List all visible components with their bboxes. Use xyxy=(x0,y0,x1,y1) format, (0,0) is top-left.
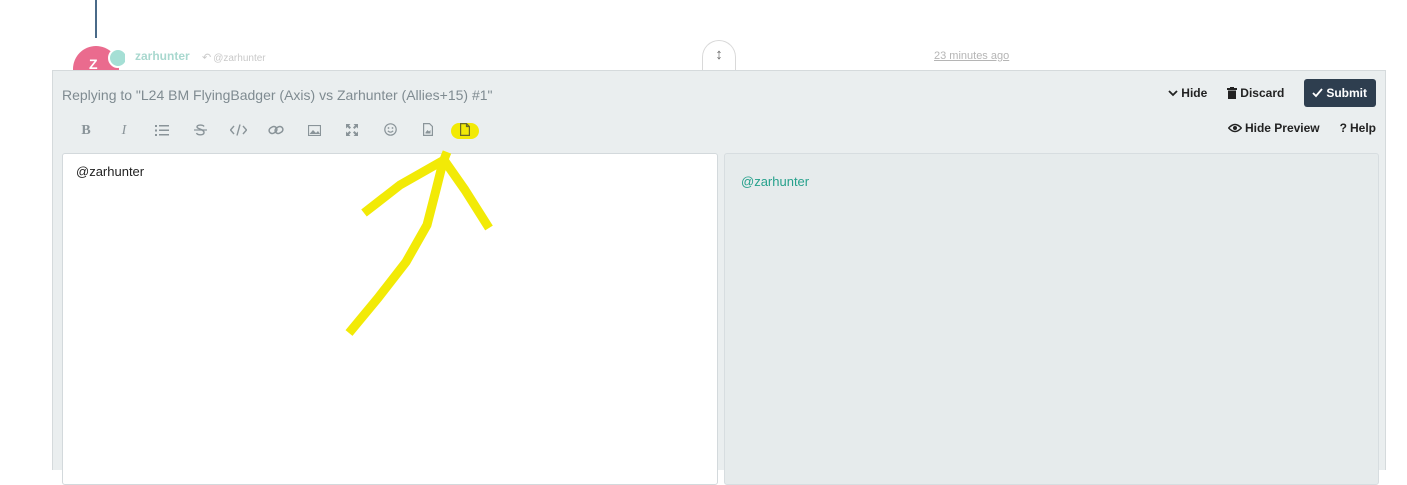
expand-button[interactable]: ↕ xyxy=(702,40,736,71)
editor-content: @zarhunter xyxy=(76,164,145,179)
file-icon xyxy=(423,123,433,136)
attach-document-button[interactable] xyxy=(451,123,479,139)
fullscreen-icon xyxy=(346,123,358,136)
chevron-down-icon xyxy=(1168,90,1178,97)
avatar[interactable]: Z xyxy=(73,46,125,71)
code-icon xyxy=(229,123,247,136)
submit-button[interactable]: Submit xyxy=(1304,79,1376,107)
reply-editor[interactable]: @zarhunter xyxy=(62,153,718,485)
preview-mention[interactable]: @zarhunter xyxy=(741,174,809,189)
emoji-button[interactable] xyxy=(371,123,409,139)
bold-button[interactable]: B xyxy=(67,123,105,139)
thread-line xyxy=(95,0,97,38)
eye-icon xyxy=(1227,123,1242,133)
question-icon: ? xyxy=(1339,121,1347,135)
formatting-toolbar: B I xyxy=(67,121,479,141)
trash-icon xyxy=(1227,87,1238,99)
reply-reference[interactable]: ↶ @zarhunter xyxy=(202,51,266,64)
document-icon xyxy=(460,123,470,136)
composer-actions: Hide Discard Submit xyxy=(1168,79,1376,107)
image-icon xyxy=(307,124,321,136)
reply-arrow-icon: ↶ xyxy=(202,52,212,64)
image-button[interactable] xyxy=(295,124,333,139)
reply-composer: Replying to "L24 BM FlyingBadger (Axis) … xyxy=(52,70,1386,485)
link-icon xyxy=(268,125,284,134)
check-icon xyxy=(1312,88,1324,98)
hide-button[interactable]: Hide xyxy=(1168,86,1207,100)
username[interactable]: zarhunter xyxy=(135,49,190,63)
presence-indicator xyxy=(108,48,125,68)
preview-tools: Hide Preview ? Help xyxy=(1227,121,1376,135)
hide-preview-button[interactable]: Hide Preview xyxy=(1227,121,1320,135)
emoji-icon xyxy=(383,123,397,136)
upload-file-button[interactable] xyxy=(409,123,447,139)
post-header: Z zarhunter ↶ @zarhunter ↕ 23 minutes ago xyxy=(0,40,1407,71)
timestamp[interactable]: 23 minutes ago xyxy=(934,50,1009,62)
expand-icon: ↕ xyxy=(715,46,723,63)
link-button[interactable] xyxy=(257,124,295,139)
italic-button[interactable]: I xyxy=(105,123,143,139)
code-button[interactable] xyxy=(219,123,257,139)
strikethrough-button[interactable] xyxy=(181,123,219,139)
reply-title: Replying to "L24 BM FlyingBadger (Axis) … xyxy=(62,87,493,103)
list-icon xyxy=(155,124,169,136)
strikethrough-icon xyxy=(193,123,207,136)
preview-pane: @zarhunter xyxy=(724,153,1379,485)
discard-button[interactable]: Discard xyxy=(1227,86,1284,100)
list-button[interactable] xyxy=(143,124,181,139)
fullscreen-button[interactable] xyxy=(333,123,371,139)
help-button[interactable]: ? Help xyxy=(1340,121,1376,135)
